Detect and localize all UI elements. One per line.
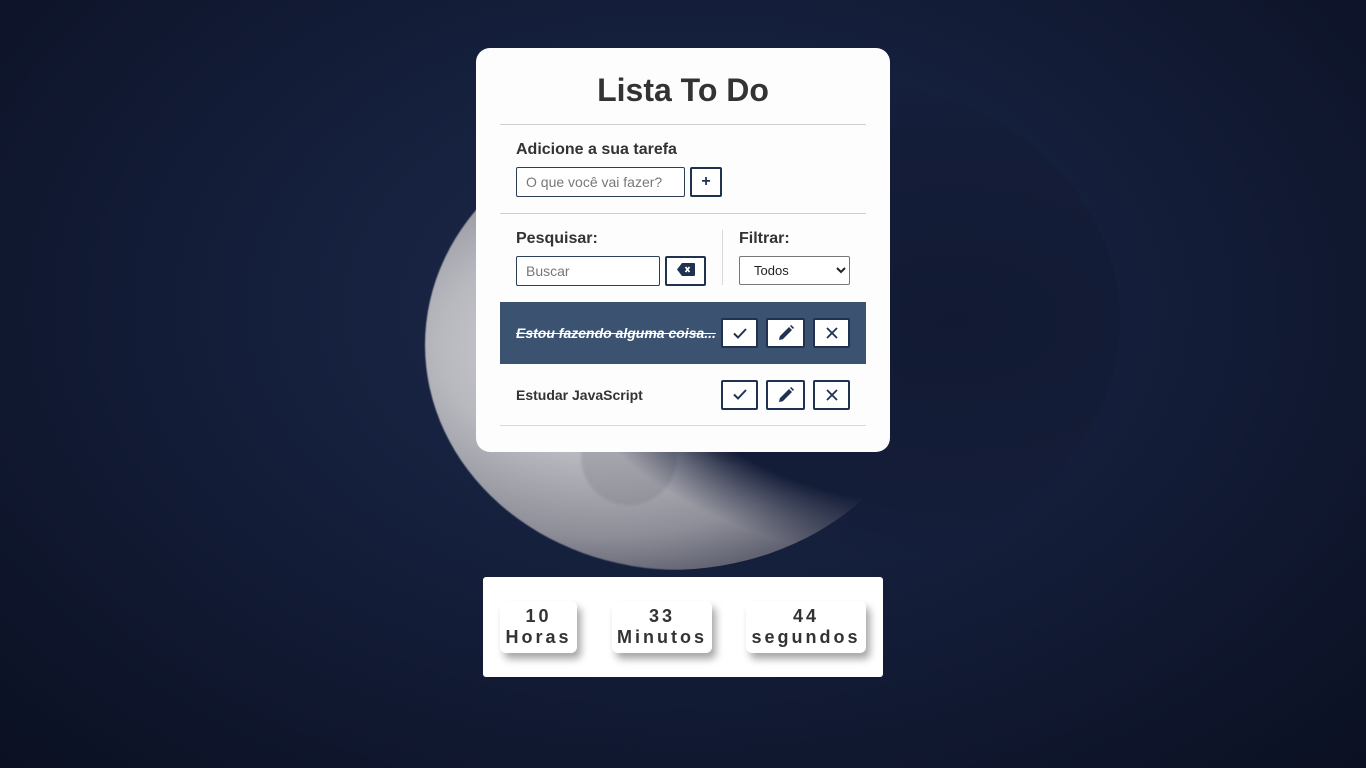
add-task-button[interactable]: + [690, 167, 722, 197]
minutes-label: Minutos [617, 627, 707, 647]
filter-select[interactable]: Todos [739, 256, 850, 285]
add-task-input[interactable] [516, 167, 685, 197]
hours-label: Horas [505, 627, 572, 647]
check-icon [732, 327, 747, 339]
pencil-icon [778, 386, 794, 403]
seconds-box: 44 segundos [746, 601, 866, 653]
search-label: Pesquisar: [516, 230, 598, 247]
todo-item: Estudar JavaScript [500, 364, 866, 426]
filter-label: Filtrar: [739, 230, 790, 247]
finish-todo-button[interactable] [721, 318, 758, 348]
todo-text: Estudar JavaScript [516, 386, 643, 403]
add-task-form: Adicione a sua tarefa + [500, 125, 866, 214]
page-title: Lista To Do [500, 48, 866, 125]
hours-box: 10 Horas [500, 601, 577, 653]
clear-search-button[interactable] [665, 256, 706, 286]
edit-todo-button[interactable] [766, 379, 805, 410]
toolbar: Pesquisar: Filtrar: Todos [500, 214, 866, 302]
search-section: Pesquisar: [516, 230, 723, 286]
pencil-icon [778, 325, 794, 341]
edit-todo-button[interactable] [766, 318, 805, 348]
finish-todo-button[interactable] [721, 379, 758, 410]
minutes-value: 33 [648, 606, 676, 626]
clock-panel: 10 Horas 33 Minutos 44 segundos [483, 577, 883, 677]
remove-todo-button[interactable] [813, 379, 850, 410]
check-icon [732, 389, 747, 400]
search-input[interactable] [516, 256, 660, 286]
add-button-label: + [701, 173, 711, 190]
seconds-label: segundos [751, 627, 861, 647]
filter-section: Filtrar: Todos [723, 230, 850, 302]
remove-todo-button[interactable] [813, 318, 850, 348]
add-task-label: Adicione a sua tarefa [516, 141, 677, 158]
todo-item: Estou fazendo alguma coisa... [500, 302, 866, 364]
seconds-value: 44 [792, 606, 820, 626]
todo-card: Lista To Do Adicione a sua tarefa + Pesq… [476, 48, 890, 452]
close-icon [825, 388, 838, 401]
hours-value: 10 [525, 606, 552, 626]
backspace-icon [676, 263, 695, 279]
minutes-box: 33 Minutos [612, 601, 712, 653]
close-icon [825, 327, 838, 339]
todo-list: Estou fazendo alguma coisa... Estudar Ja… [500, 302, 866, 426]
todo-text: Estou fazendo alguma coisa... [516, 325, 716, 341]
